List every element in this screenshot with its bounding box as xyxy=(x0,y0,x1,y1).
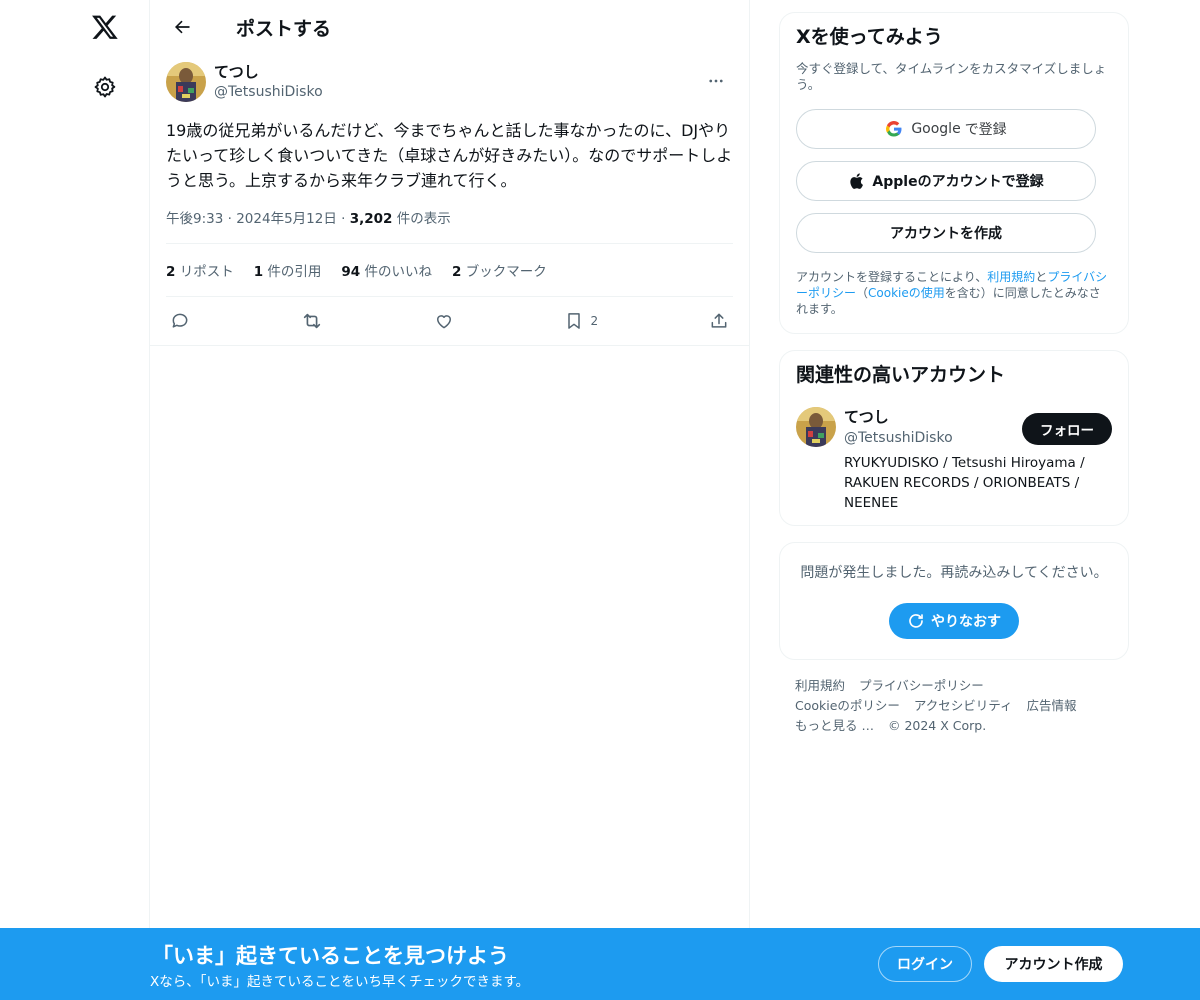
copyright: © 2024 X Corp. xyxy=(887,718,987,733)
apple-signup-button[interactable]: Appleのアカウントで登録 xyxy=(796,161,1096,201)
banner-subtitle: Xなら、「いま」起きていることをいち早くチェックできます。 xyxy=(150,974,530,990)
back-arrow-icon[interactable] xyxy=(164,9,200,45)
account-row[interactable]: てつし @TetsushiDisko RYUKYUDISKO / Tetsush… xyxy=(796,407,1112,513)
footer-link-accessibility[interactable]: アクセシビリティ xyxy=(914,698,1013,713)
author-names: てつし @TetsushiDisko xyxy=(214,62,323,102)
post-date[interactable]: 2024年5月12日 xyxy=(236,211,337,227)
post-stats: 2 リポスト 1 件の引用 94 件のいいね 2 ブックマーク xyxy=(166,244,733,297)
main-column: ポストする てつし @TetsushiDisko 19歳の従兄弟がいるんだけど、… xyxy=(149,0,750,1000)
post-text: 19歳の従兄弟がいるんだけど、今までちゃんと話した事なかったのに、DJやりたいっ… xyxy=(166,121,733,190)
separator: · xyxy=(227,211,232,227)
retry-label: やりなおす xyxy=(931,614,1001,630)
post-actions: 2 xyxy=(166,297,733,345)
post-meta: 午後9:33 · 2024年5月12日 · 3,202 件の表示 xyxy=(166,207,733,244)
bookmark-button[interactable]: 2 xyxy=(564,311,598,331)
left-navigation xyxy=(0,0,150,1000)
author-name[interactable]: てつし xyxy=(214,62,323,82)
create-account-button[interactable]: アカウントを作成 xyxy=(796,213,1096,253)
terms-link[interactable]: 利用規約 xyxy=(987,270,1035,284)
gear-icon[interactable] xyxy=(86,68,124,106)
sidebar-footer: 利用規約 プライバシーポリシー Cookieのポリシー アクセシビリティ 広告情… xyxy=(779,676,1129,736)
signup-button[interactable]: アカウント作成 xyxy=(984,946,1123,982)
post-detail: てつし @TetsushiDisko 19歳の従兄弟がいるんだけど、今までちゃん… xyxy=(150,54,749,346)
bookmark-count: 2 xyxy=(590,314,599,328)
google-icon xyxy=(886,121,902,137)
share-icon[interactable] xyxy=(709,311,729,331)
google-signup-button[interactable]: Google で登録 xyxy=(796,109,1096,149)
legal-notice: アカウントを登録することにより、利用規約とプライバシーポリシー（Cookieの使… xyxy=(796,270,1108,316)
right-sidebar: Xを使ってみよう 今すぐ登録して、タイムラインをカスタマイズしましょう。 Goo… xyxy=(779,12,1129,736)
error-card: 問題が発生しました。再読み込みしてください。 やりなおす xyxy=(779,542,1129,660)
footer-link-cookie[interactable]: Cookieのポリシー xyxy=(795,698,900,713)
login-button[interactable]: ログイン xyxy=(878,946,972,982)
footer-link-privacy[interactable]: プライバシーポリシー xyxy=(859,678,984,693)
footer-link-ads[interactable]: 広告情報 xyxy=(1027,698,1077,713)
follow-button[interactable]: フォロー xyxy=(1022,413,1112,445)
related-card-title: 関連性の高いアカウント xyxy=(796,364,1006,386)
refresh-icon xyxy=(909,614,923,628)
retry-button[interactable]: やりなおす xyxy=(889,603,1019,639)
error-message: 問題が発生しました。再読み込みしてください。 xyxy=(800,565,1108,581)
separator: · xyxy=(341,211,346,227)
create-account-label: アカウントを作成 xyxy=(890,226,1002,242)
signup-banner: 「いま」起きていることを見つけよう Xなら、「いま」起きていることをいち早くチェ… xyxy=(0,928,1200,1000)
author-handle[interactable]: @TetsushiDisko xyxy=(214,82,323,102)
google-brand: Google xyxy=(911,121,961,137)
reply-icon[interactable] xyxy=(170,311,190,331)
related-accounts-card: 関連性の高いアカウント てつし @TetsushiDisko RYUKYUDIS… xyxy=(779,350,1129,526)
cookie-link[interactable]: Cookieの使用 xyxy=(868,286,945,300)
banner-title: 「いま」起きていることを見つけよう xyxy=(152,944,509,968)
avatar[interactable] xyxy=(166,62,206,102)
google-signup-label: で登録 xyxy=(964,122,1007,138)
signup-card: Xを使ってみよう 今すぐ登録して、タイムラインをカスタマイズしましょう。 Goo… xyxy=(779,12,1129,334)
view-count: 3,202 xyxy=(349,211,393,227)
page-title: ポストする xyxy=(236,17,332,40)
page-header: ポストする xyxy=(150,0,749,54)
bookmark-icon xyxy=(568,313,581,329)
stat-bookmarks[interactable]: 2 ブックマーク xyxy=(452,260,547,280)
apple-signup-label: Appleのアカウントで登録 xyxy=(872,174,1044,190)
footer-link-terms[interactable]: 利用規約 xyxy=(795,678,845,693)
signup-card-title: Xを使ってみよう xyxy=(796,26,943,48)
repost-icon[interactable] xyxy=(301,310,323,332)
post-author: てつし @TetsushiDisko xyxy=(166,54,733,110)
stat-quotes[interactable]: 1 件の引用 xyxy=(254,260,322,280)
apple-icon xyxy=(850,173,864,189)
stat-likes[interactable]: 94 件のいいね xyxy=(341,260,432,280)
view-label: 件の表示 xyxy=(396,211,451,227)
footer-more-link[interactable]: もっと見る … xyxy=(795,718,874,733)
account-bio: RYUKYUDISKO / Tetsushi Hiroyama / RAKUEN… xyxy=(844,455,1085,511)
avatar[interactable] xyxy=(796,407,836,447)
signup-card-subtitle: 今すぐ登録して、タイムラインをカスタマイズしましょう。 xyxy=(796,61,1107,92)
like-icon[interactable] xyxy=(434,311,454,331)
post-time[interactable]: 午後9:33 xyxy=(166,211,223,227)
stat-reposts[interactable]: 2 リポスト xyxy=(166,260,234,280)
more-options-icon[interactable] xyxy=(699,64,733,98)
x-logo-icon[interactable] xyxy=(86,8,124,46)
